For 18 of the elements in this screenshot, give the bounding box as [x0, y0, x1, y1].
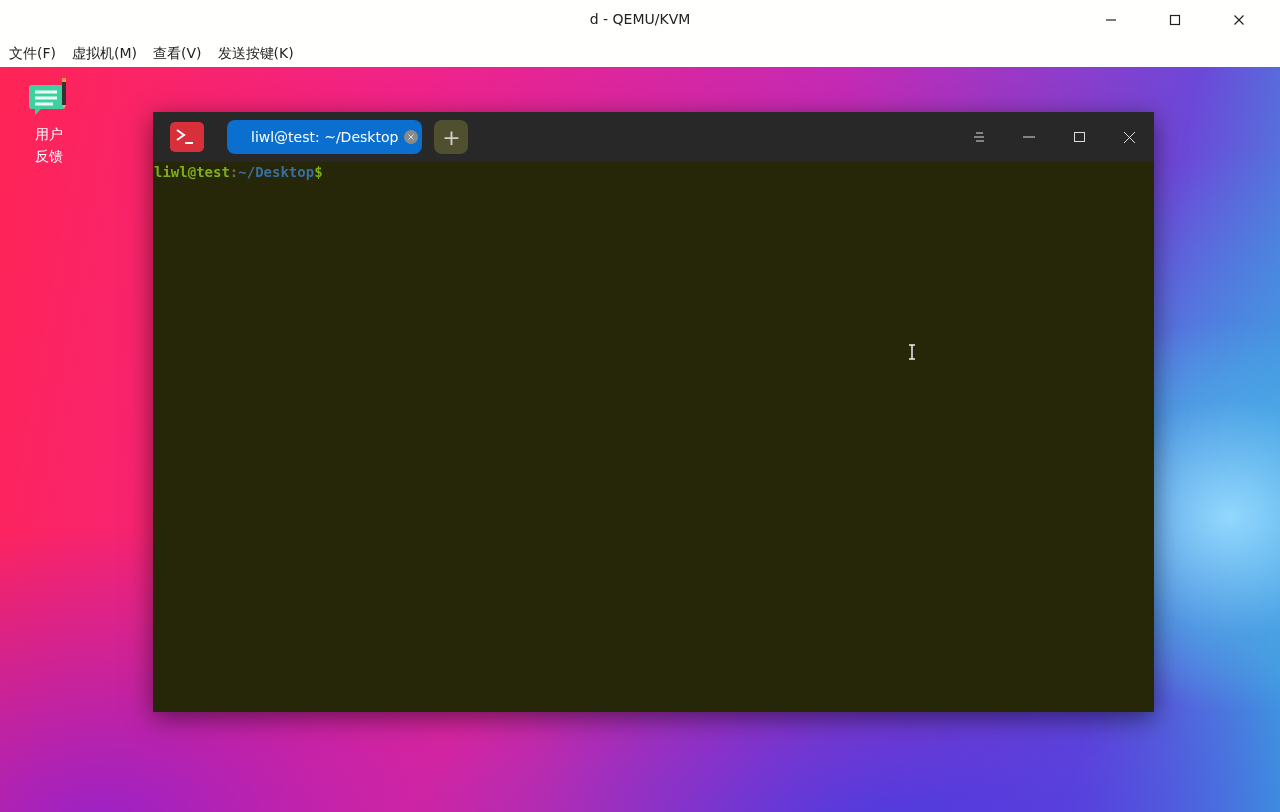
maximize-icon [1072, 130, 1086, 144]
desktop-icon-label[interactable]: 用户反馈 [30, 123, 68, 167]
terminal-tab[interactable]: liwl@test: ~/Desktop [227, 120, 423, 154]
terminal-app-icon [170, 122, 204, 152]
maximize-icon [1169, 14, 1181, 26]
close-tab-icon [404, 130, 419, 144]
feedback-chat-icon [29, 77, 69, 117]
terminal-prompt: liwl@test:~/Desktop$ [153, 163, 324, 182]
window-title: d - QEMU/KVM [589, 11, 691, 27]
menu-item[interactable]: 查看(V) [147, 44, 208, 63]
menu-icon [972, 130, 986, 144]
menu-item[interactable]: 发送按键(K) [211, 44, 300, 63]
menu-item[interactable]: 虚拟机(M) [66, 44, 143, 63]
new-tab-button[interactable]: + [434, 120, 469, 154]
close-icon [1233, 14, 1245, 26]
text-cursor-icon [908, 344, 916, 360]
menu-item[interactable]: 文件(F) [3, 44, 62, 63]
close-icon [1122, 130, 1136, 144]
